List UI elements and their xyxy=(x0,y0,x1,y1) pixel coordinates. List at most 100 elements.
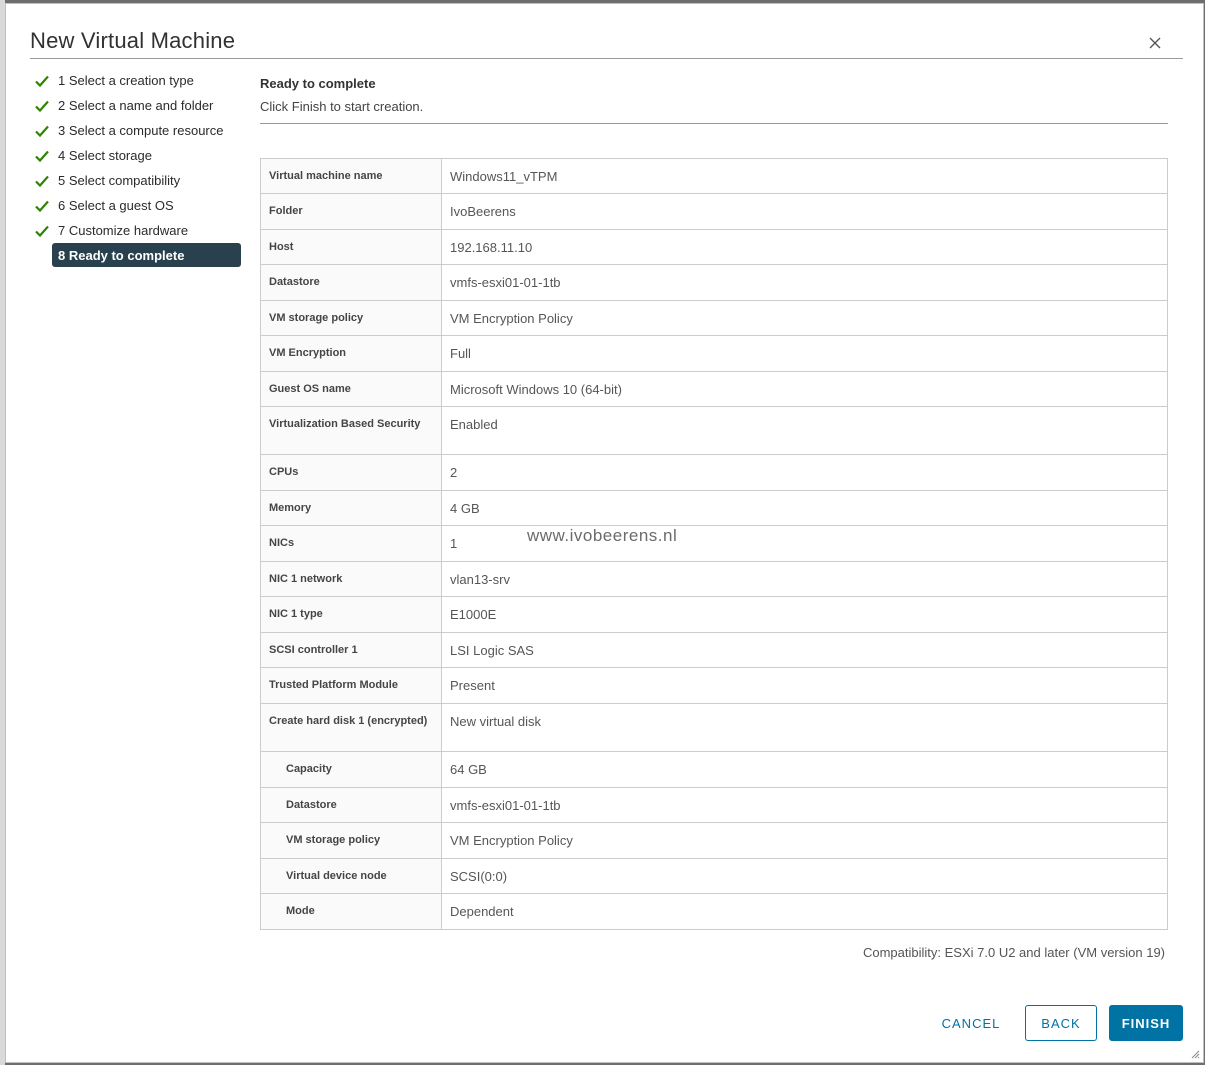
content-description: Click Finish to start creation. xyxy=(260,99,424,114)
wizard-step-8[interactable]: 8 Ready to complete xyxy=(52,243,241,267)
summary-row: NIC 1 type E1000E xyxy=(260,596,1168,633)
wizard-step-1[interactable]: 1 Select a creation type xyxy=(34,68,244,93)
summary-label: Capacity xyxy=(260,751,442,788)
summary-label: Folder xyxy=(260,193,442,230)
summary-row: Virtual device node SCSI(0:0) xyxy=(260,858,1168,894)
summary-row: Memory 4 GB xyxy=(260,490,1168,526)
summary-label: Trusted Platform Module xyxy=(260,667,442,704)
summary-row: NIC 1 network vlan13-srv xyxy=(260,561,1168,597)
resize-grip-icon[interactable] xyxy=(1190,1049,1200,1059)
wizard-step-label: 8 Ready to complete xyxy=(58,247,185,263)
summary-value: 4 GB xyxy=(441,490,1168,526)
summary-value: E1000E xyxy=(441,596,1168,633)
wizard-steps: 1 Select a creation type 2 Select a name … xyxy=(34,68,244,267)
summary-value: Windows11_vTPM xyxy=(441,158,1168,194)
summary-value: SCSI(0:0) xyxy=(441,858,1168,894)
check-icon xyxy=(35,225,49,237)
summary-row: SCSI controller 1 LSI Logic SAS xyxy=(260,632,1168,668)
summary-label: Virtual device node xyxy=(260,858,442,894)
summary-row: Virtual machine name Windows11_vTPM xyxy=(260,158,1168,194)
close-icon xyxy=(1149,37,1161,49)
summary-row: Mode Dependent xyxy=(260,893,1168,930)
wizard-step-4[interactable]: 4 Select storage xyxy=(34,143,244,168)
summary-label: Datastore xyxy=(260,787,442,823)
wizard-step-5[interactable]: 5 Select compatibility xyxy=(34,168,244,193)
summary-row: Folder IvoBeerens xyxy=(260,193,1168,230)
wizard-step-3[interactable]: 3 Select a compute resource xyxy=(34,118,244,143)
summary-label: CPUs xyxy=(260,454,442,491)
content-title: Ready to complete xyxy=(260,76,376,91)
title-divider xyxy=(30,58,1183,59)
finish-button[interactable]: FINISH xyxy=(1109,1005,1183,1041)
summary-value: VM Encryption Policy xyxy=(441,300,1168,336)
content-header: Ready to complete Click Finish to start … xyxy=(260,74,1168,124)
summary-value: Dependent xyxy=(441,893,1168,930)
check-icon xyxy=(35,125,49,137)
summary-label: VM storage policy xyxy=(260,822,442,859)
summary-label: Virtualization Based Security xyxy=(260,406,442,455)
summary-value: vlan13-srv xyxy=(441,561,1168,597)
dialog-title: New Virtual Machine xyxy=(30,28,236,53)
wizard-step-label: 4 Select storage xyxy=(58,148,152,163)
summary-label: Guest OS name xyxy=(260,371,442,407)
summary-label: Datastore xyxy=(260,264,442,301)
check-icon xyxy=(35,150,49,162)
check-icon xyxy=(35,175,49,187)
summary-row: Capacity 64 GB xyxy=(260,751,1168,788)
summary-label: VM storage policy xyxy=(260,300,442,336)
wizard-step-label: 7 Customize hardware xyxy=(58,223,189,238)
watermark: www.ivobeerens.nl xyxy=(527,526,678,545)
summary-row: VM Encryption Full xyxy=(260,335,1168,372)
summary-value: vmfs-esxi01-01-1tb xyxy=(441,787,1168,823)
summary-value: VM Encryption Policy xyxy=(441,822,1168,859)
wizard-step-label: 1 Select a creation type xyxy=(58,73,194,88)
summary-value: Enabled xyxy=(441,406,1168,455)
summary-label: NIC 1 network xyxy=(260,561,442,597)
cancel-button[interactable]: CANCEL xyxy=(931,1005,1011,1041)
summary-row: Datastore vmfs-esxi01-01-1tb xyxy=(260,264,1168,301)
wizard-step-label: 6 Select a guest OS xyxy=(58,198,174,213)
summary-label: Virtual machine name xyxy=(260,158,442,194)
check-icon xyxy=(35,200,49,212)
summary-value: Present xyxy=(441,667,1168,704)
check-icon xyxy=(35,75,49,87)
wizard-step-label: 2 Select a name and folder xyxy=(58,98,214,113)
summary-value: 192.168.11.10 xyxy=(441,229,1168,265)
summary-value: 2 xyxy=(441,454,1168,491)
summary-label: Memory xyxy=(260,490,442,526)
summary-label: Mode xyxy=(260,893,442,930)
summary-row: VM storage policy VM Encryption Policy xyxy=(260,822,1168,859)
wizard-step-7[interactable]: 7 Customize hardware xyxy=(34,218,244,243)
summary-value: Microsoft Windows 10 (64-bit) xyxy=(441,371,1168,407)
summary-value: New virtual disk xyxy=(441,703,1168,752)
summary-value: IvoBeerens xyxy=(441,193,1168,230)
wizard-step-label: 3 Select a compute resource xyxy=(58,123,224,138)
summary-row: Guest OS name Microsoft Windows 10 (64-bi… xyxy=(260,371,1168,407)
summary-label: NIC 1 type xyxy=(260,596,442,633)
summary-value: LSI Logic SAS xyxy=(441,632,1168,668)
summary-row: Create hard disk 1 (encrypted) New virtua… xyxy=(260,703,1168,752)
close-button[interactable] xyxy=(1144,32,1166,54)
summary-label: SCSI controller 1 xyxy=(260,632,442,668)
back-button[interactable]: BACK xyxy=(1025,1005,1097,1041)
wizard-step-2[interactable]: 2 Select a name and folder xyxy=(34,93,244,118)
summary-row: NICs 1 xyxy=(260,525,1168,562)
wizard-step-label: 5 Select compatibility xyxy=(58,173,181,188)
summary-row: Trusted Platform Module Present xyxy=(260,667,1168,704)
compatibility-note: Compatibility: ESXi 7.0 U2 and later (VM… xyxy=(862,945,1165,960)
summary-row: Host 192.168.11.10 xyxy=(260,229,1168,265)
summary-value: 64 GB xyxy=(441,751,1168,788)
summary-row: Virtualization Based Security Enabled xyxy=(260,406,1168,455)
summary-label: Host xyxy=(260,229,442,265)
summary-value: vmfs-esxi01-01-1tb xyxy=(441,264,1168,301)
summary-table: Virtual machine name Windows11_vTPM Folder… xyxy=(260,158,1168,930)
summary-row: Datastore vmfs-esxi01-01-1tb xyxy=(260,787,1168,823)
summary-row: CPUs 2 xyxy=(260,454,1168,491)
summary-label: NICs xyxy=(260,525,442,562)
wizard-step-6[interactable]: 6 Select a guest OS xyxy=(34,193,244,218)
summary-label: VM Encryption xyxy=(260,335,442,372)
summary-value: Full xyxy=(441,335,1168,372)
content-divider xyxy=(260,123,1168,124)
summary-row: VM storage policy VM Encryption Policy xyxy=(260,300,1168,336)
new-vm-dialog: New Virtual Machine 1 Select a creation … xyxy=(5,3,1204,1063)
